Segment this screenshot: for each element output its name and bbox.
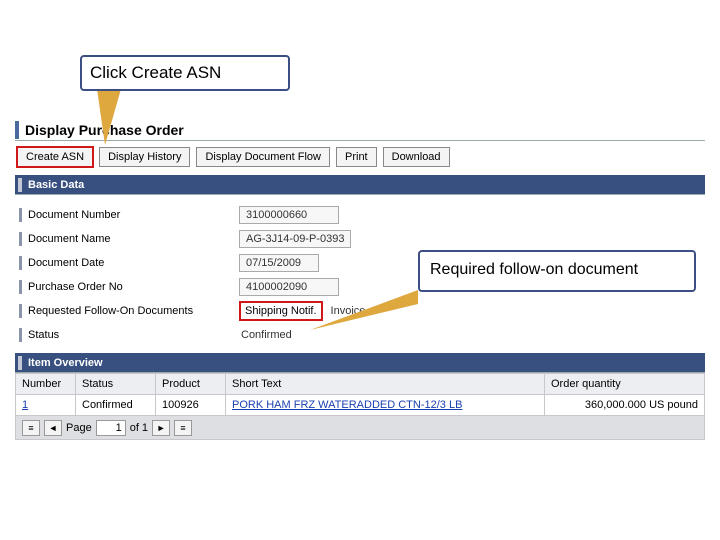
- field-value: Confirmed: [239, 329, 292, 341]
- pager-of-label: of 1: [130, 422, 148, 434]
- field-label: Document Date: [19, 256, 239, 270]
- field-value: AG-3J14-09-P-0393: [239, 230, 351, 248]
- field-label: Status: [19, 328, 239, 342]
- col-order-quantity[interactable]: Order quantity: [545, 374, 705, 395]
- cell-product: 100926: [156, 395, 226, 416]
- callout-arrow: [97, 89, 121, 145]
- col-status[interactable]: Status: [76, 374, 156, 395]
- download-button[interactable]: Download: [383, 147, 450, 167]
- print-button[interactable]: Print: [336, 147, 377, 167]
- follow-on-shipping-notif: Shipping Notif.: [239, 301, 323, 321]
- field-label: Document Number: [19, 208, 239, 222]
- pager-label-page: Page: [66, 422, 92, 434]
- cell-short-text[interactable]: PORK HAM FRZ WATERADDED CTN-12/3 LB: [226, 395, 545, 416]
- section-header-basic-data: Basic Data: [15, 175, 705, 195]
- toolbar: Create ASN Display History Display Docum…: [15, 141, 705, 175]
- col-number[interactable]: Number: [16, 374, 76, 395]
- field-value: 07/15/2009: [239, 254, 319, 272]
- pager-current-input[interactable]: [96, 420, 126, 436]
- field-status: Status Confirmed: [19, 323, 701, 347]
- pager-prev-icon[interactable]: ◄: [44, 420, 62, 436]
- section-title: Basic Data: [28, 179, 84, 191]
- field-document-number: Document Number 3100000660: [19, 203, 701, 227]
- callout-text: Click Create ASN: [90, 63, 221, 82]
- pager-last-icon[interactable]: ≡: [174, 420, 192, 436]
- callout-click-create-asn: Click Create ASN: [80, 55, 290, 91]
- callout-text: Required follow-on document: [430, 261, 638, 278]
- section-title: Item Overview: [28, 357, 103, 369]
- field-value: 3100000660: [239, 206, 339, 224]
- cell-number[interactable]: 1: [16, 395, 76, 416]
- table-header-row: Number Status Product Short Text Order q…: [16, 374, 705, 395]
- col-product[interactable]: Product: [156, 374, 226, 395]
- table-row: 1 Confirmed 100926 PORK HAM FRZ WATERADD…: [16, 395, 705, 416]
- item-overview-table: Number Status Product Short Text Order q…: [15, 373, 705, 416]
- pager-next-icon[interactable]: ►: [152, 420, 170, 436]
- cell-status: Confirmed: [76, 395, 156, 416]
- field-label: Requested Follow-On Documents: [19, 304, 239, 318]
- cell-order-quantity: 360,000.000 US pound: [545, 395, 705, 416]
- field-requested-follow-on: Requested Follow-On Documents Shipping N…: [19, 299, 701, 323]
- header-accent: [15, 121, 19, 139]
- display-history-button[interactable]: Display History: [99, 147, 190, 167]
- section-header-item-overview: Item Overview: [15, 353, 705, 373]
- display-document-flow-button[interactable]: Display Document Flow: [196, 147, 330, 167]
- field-value: 4100002090: [239, 278, 339, 296]
- callout-required-follow-on: Required follow-on document: [418, 250, 696, 292]
- field-document-name: Document Name AG-3J14-09-P-0393: [19, 227, 701, 251]
- col-short-text[interactable]: Short Text: [226, 374, 545, 395]
- create-asn-button[interactable]: Create ASN: [17, 147, 93, 167]
- field-label: Purchase Order No: [19, 280, 239, 294]
- pager-first-icon[interactable]: ≡: [22, 420, 40, 436]
- pager: ≡ ◄ Page of 1 ► ≡: [15, 416, 705, 440]
- field-label: Document Name: [19, 232, 239, 246]
